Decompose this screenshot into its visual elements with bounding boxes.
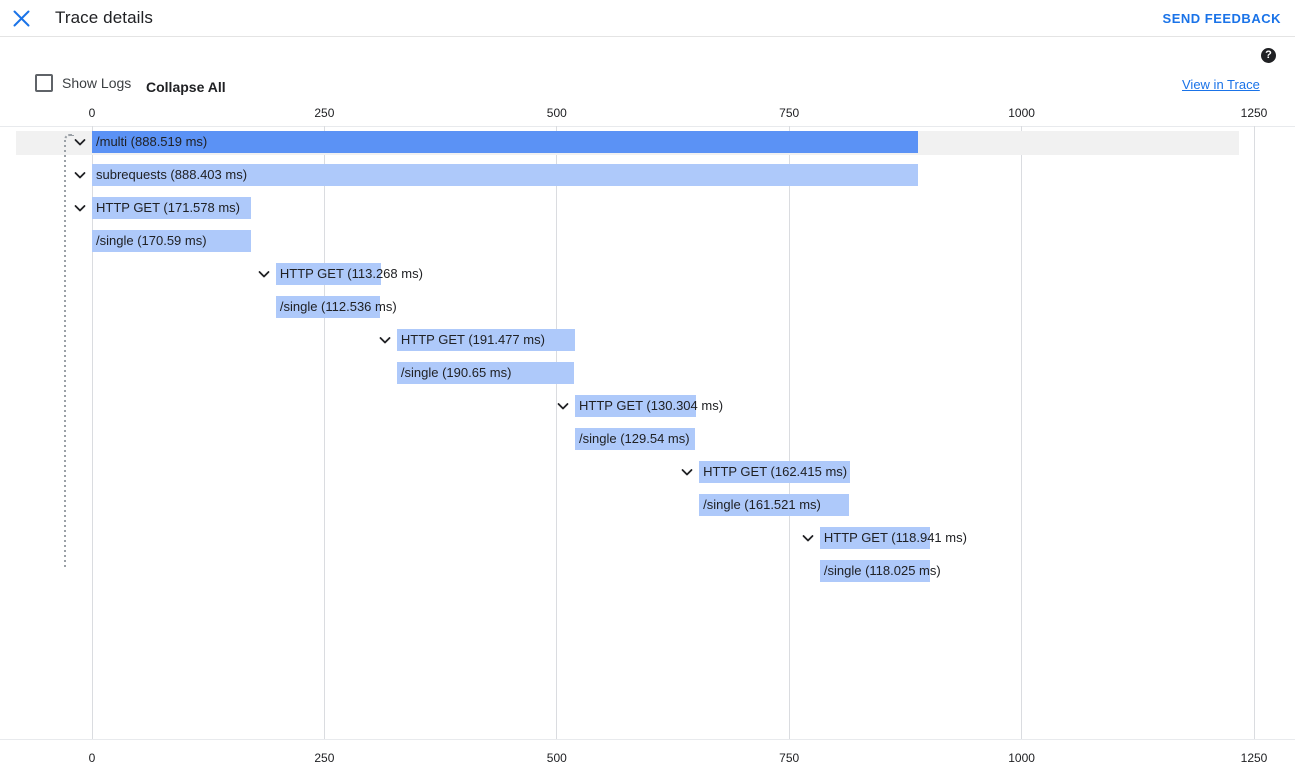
span-bar[interactable] bbox=[92, 230, 251, 252]
axis-tick-label-top: 250 bbox=[314, 106, 335, 120]
axis-tick-label-bottom: 250 bbox=[314, 751, 335, 765]
span-row[interactable]: /multi (888.519 ms) bbox=[0, 131, 1295, 153]
axis-tick-label-bottom: 0 bbox=[88, 751, 96, 765]
span-row[interactable]: HTTP GET (162.415 ms) bbox=[0, 461, 1295, 483]
span-bar[interactable] bbox=[575, 395, 697, 417]
chevron-down-icon[interactable] bbox=[70, 197, 90, 219]
span-row[interactable]: HTTP GET (171.578 ms) bbox=[0, 197, 1295, 219]
span-row[interactable]: /single (118.025 ms) bbox=[0, 560, 1295, 582]
span-row[interactable]: /single (190.65 ms) bbox=[0, 362, 1295, 384]
span-bar[interactable] bbox=[92, 131, 918, 153]
span-row[interactable]: HTTP GET (118.941 ms) bbox=[0, 527, 1295, 549]
axis-tick-label-top: 500 bbox=[546, 106, 567, 120]
span-row[interactable]: /single (170.59 ms) bbox=[0, 230, 1295, 252]
axis-tick-label-top: 0 bbox=[88, 106, 96, 120]
span-bar[interactable] bbox=[819, 527, 931, 549]
chevron-down-icon[interactable] bbox=[254, 263, 274, 285]
span-bar[interactable] bbox=[699, 494, 850, 516]
span-bar[interactable] bbox=[699, 461, 851, 483]
tree-connector-line bbox=[64, 140, 66, 570]
span-row[interactable]: subrequests (888.403 ms) bbox=[0, 164, 1295, 186]
span-bar[interactable] bbox=[575, 428, 696, 450]
trace-timeline-chart: 0 250 500 750 1000 1250 0 250 500 750 1000 1250 /m… bbox=[0, 0, 1295, 777]
axis-rule-bottom bbox=[0, 739, 1295, 740]
span-row[interactable]: /single (112.536 ms) bbox=[0, 296, 1295, 318]
chevron-down-icon[interactable] bbox=[553, 395, 573, 417]
axis-tick-label-bottom: 500 bbox=[546, 751, 567, 765]
span-bar[interactable] bbox=[275, 263, 382, 285]
axis-tick-label-top: 1000 bbox=[1008, 106, 1035, 120]
span-bar[interactable] bbox=[819, 560, 930, 582]
axis-rule-top bbox=[0, 126, 1295, 127]
span-bar[interactable] bbox=[396, 329, 575, 351]
span-row[interactable]: /single (129.54 ms) bbox=[0, 428, 1295, 450]
span-bar[interactable] bbox=[92, 164, 918, 186]
span-row[interactable]: HTTP GET (113.268 ms) bbox=[0, 263, 1295, 285]
axis-tick-label-top: 1250 bbox=[1240, 106, 1268, 120]
axis-tick-label-top: 750 bbox=[779, 106, 800, 120]
chevron-down-icon[interactable] bbox=[70, 164, 90, 186]
axis-tick-label-bottom: 750 bbox=[779, 751, 800, 765]
chevron-down-icon[interactable] bbox=[798, 527, 818, 549]
span-row[interactable]: HTTP GET (191.477 ms) bbox=[0, 329, 1295, 351]
span-bar[interactable] bbox=[396, 362, 575, 384]
span-row[interactable]: /single (161.521 ms) bbox=[0, 494, 1295, 516]
span-bar[interactable] bbox=[275, 296, 381, 318]
chevron-down-icon[interactable] bbox=[375, 329, 395, 351]
axis-tick-label-bottom: 1250 bbox=[1240, 751, 1268, 765]
span-bar[interactable] bbox=[92, 197, 252, 219]
span-row[interactable]: HTTP GET (130.304 ms) bbox=[0, 395, 1295, 417]
axis-tick-label-bottom: 1000 bbox=[1008, 751, 1035, 765]
chevron-down-icon[interactable] bbox=[677, 461, 697, 483]
